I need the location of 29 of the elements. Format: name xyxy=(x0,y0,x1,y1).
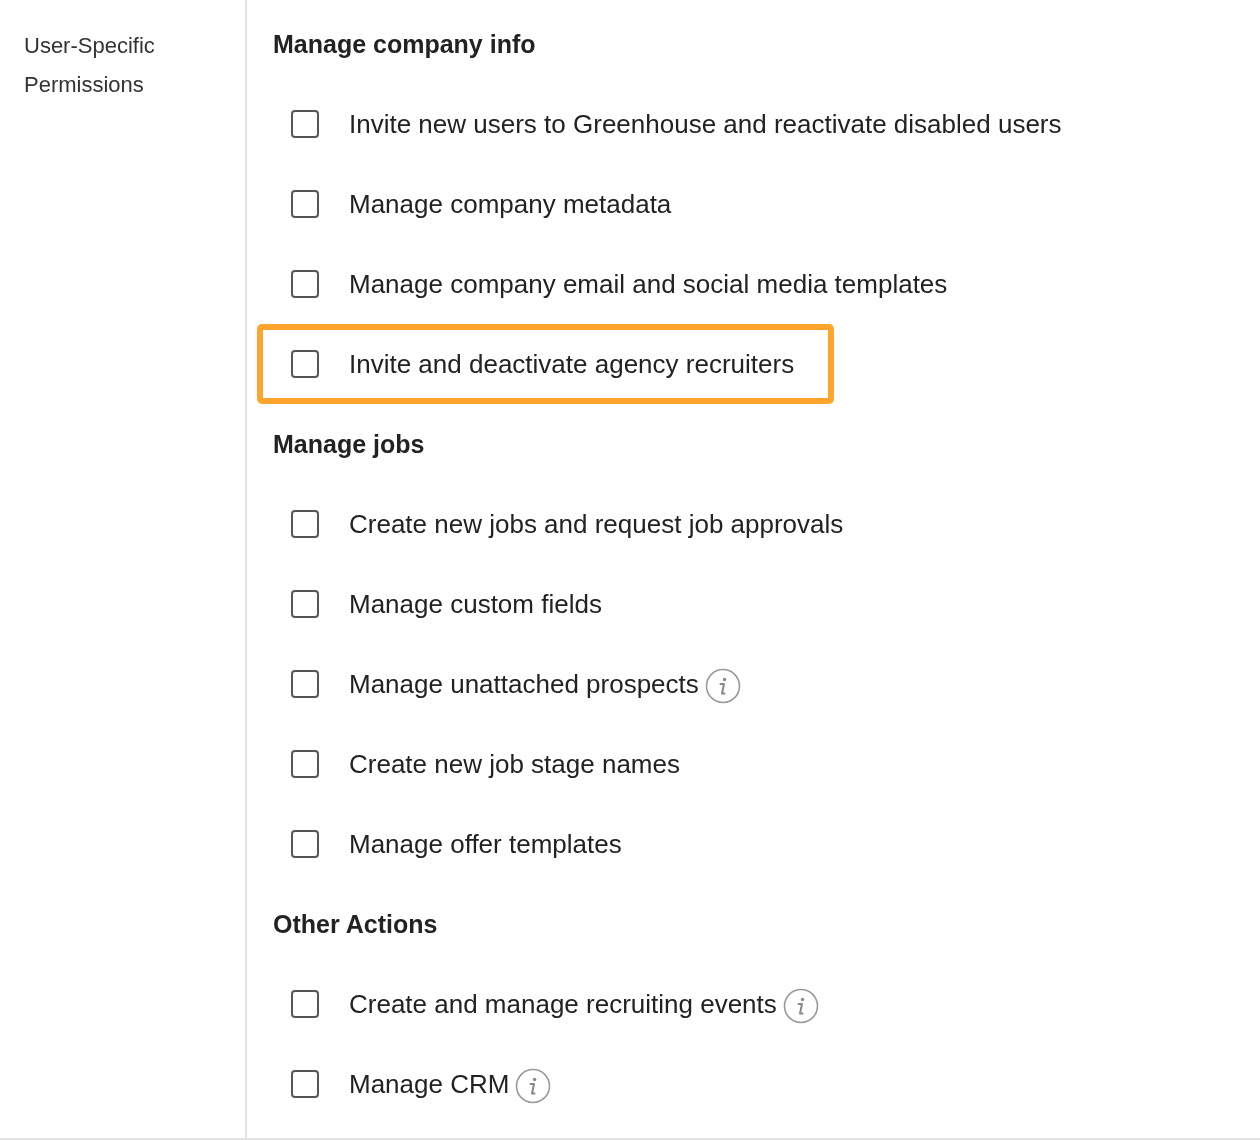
section-heading: Manage jobs xyxy=(273,429,426,460)
section-heading: Other Actions xyxy=(273,909,439,940)
section-heading: Manage company info xyxy=(273,29,537,60)
permission-label: Manage CRM xyxy=(349,1068,510,1100)
permission-label: Invite new users to Greenhouse and reactivate disabled users xyxy=(349,108,1062,140)
checkbox[interactable] xyxy=(291,350,319,378)
permission-label: Manage company metadata xyxy=(349,188,672,220)
permission-label: Create and manage recruiting events xyxy=(349,988,777,1020)
permission-label: Create new job stage names xyxy=(349,748,680,780)
checkbox[interactable] xyxy=(291,510,319,538)
checkbox[interactable] xyxy=(291,190,319,218)
checkbox[interactable] xyxy=(291,270,319,298)
permission-label: Invite and deactivate agency recruiters xyxy=(349,348,795,380)
permission-label: Manage company email and social media templates xyxy=(349,268,948,300)
checkbox[interactable] xyxy=(291,110,319,138)
checkbox[interactable] xyxy=(291,1070,319,1098)
checkbox[interactable] xyxy=(291,590,319,618)
permission-label: Create new jobs and request job approvals xyxy=(349,508,844,540)
checkbox[interactable] xyxy=(291,830,319,858)
permission-label: Manage offer templates xyxy=(349,828,622,860)
checkbox[interactable] xyxy=(291,670,319,698)
info-icon[interactable] xyxy=(704,668,741,704)
permission-label: Manage custom fields xyxy=(349,588,602,620)
info-icon[interactable] xyxy=(515,1068,552,1104)
checkbox[interactable] xyxy=(291,750,319,778)
permission-label: Manage unattached prospects xyxy=(349,668,699,700)
info-icon[interactable] xyxy=(782,988,819,1024)
sidebar-label: User-Specific Permissions xyxy=(24,32,156,99)
checkbox[interactable] xyxy=(291,990,319,1018)
